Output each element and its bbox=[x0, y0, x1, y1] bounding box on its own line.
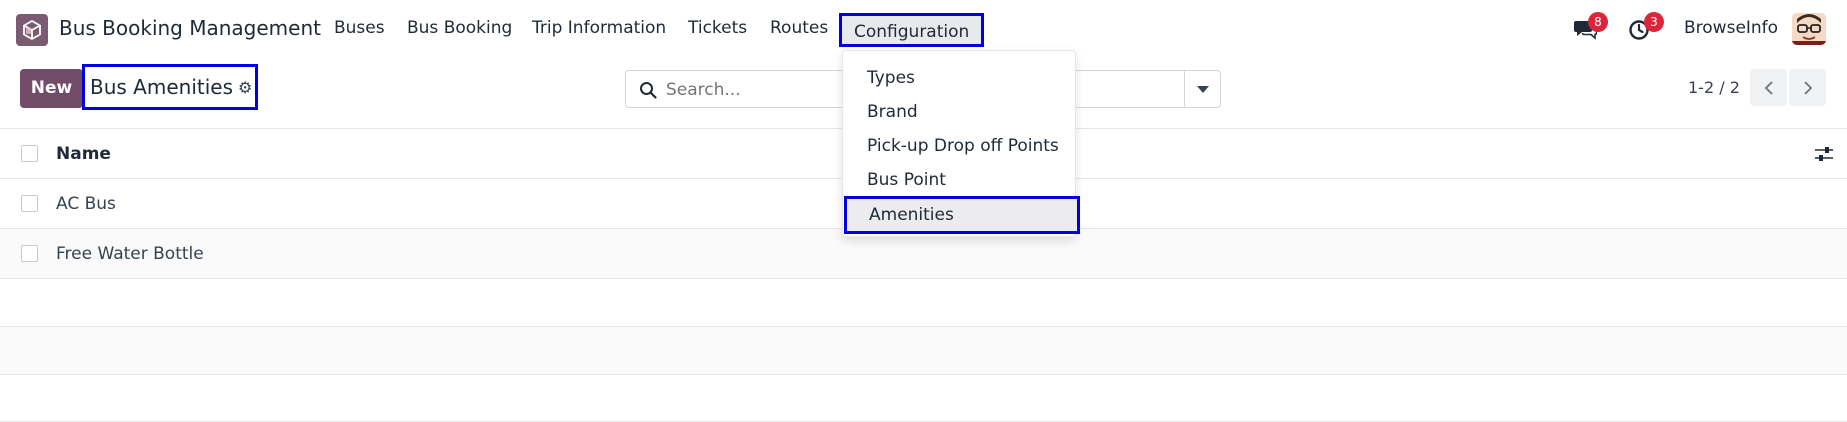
activities-badge: 3 bbox=[1644, 12, 1664, 32]
gear-icon[interactable]: ⚙ bbox=[238, 78, 252, 97]
sliders-icon[interactable] bbox=[1814, 146, 1834, 162]
chevron-left-icon bbox=[1764, 80, 1773, 95]
row-name[interactable]: AC Bus bbox=[56, 194, 116, 214]
new-button[interactable]: New bbox=[20, 69, 83, 108]
breadcrumb: Bus Amenities ⚙ bbox=[82, 64, 258, 110]
row-name[interactable]: Free Water Bottle bbox=[56, 244, 204, 264]
row-checkbox[interactable] bbox=[21, 245, 38, 262]
messages-badge: 8 bbox=[1588, 12, 1608, 32]
column-header-name[interactable]: Name bbox=[56, 144, 111, 164]
pager-value[interactable]: 1-2 / 2 bbox=[1688, 78, 1740, 97]
top-navbar: Bus Booking Management Buses Bus Booking… bbox=[0, 0, 1847, 57]
chevron-right-icon bbox=[1803, 80, 1812, 95]
menu-bus-booking[interactable]: Bus Booking bbox=[407, 18, 512, 38]
dropdown-item-types[interactable]: Types bbox=[867, 68, 915, 88]
menu-tickets[interactable]: Tickets bbox=[688, 18, 747, 38]
empty-row bbox=[0, 374, 1847, 422]
dropdown-item-amenities[interactable]: Amenities bbox=[844, 196, 1080, 234]
pager-next-button[interactable] bbox=[1789, 69, 1826, 106]
menu-trip-information[interactable]: Trip Information bbox=[532, 18, 666, 38]
user-avatar[interactable] bbox=[1792, 13, 1826, 45]
page-title: Bus Amenities bbox=[90, 75, 233, 99]
configuration-dropdown: Types Brand Pick-up Drop off Points Bus … bbox=[842, 50, 1080, 237]
menu-configuration[interactable]: Configuration bbox=[839, 13, 985, 47]
pager-previous-button[interactable] bbox=[1750, 69, 1787, 106]
caret-down-icon bbox=[1196, 85, 1209, 93]
dropdown-item-pickup-drop-off-points[interactable]: Pick-up Drop off Points bbox=[867, 136, 1059, 156]
app-name[interactable]: Bus Booking Management bbox=[59, 16, 321, 40]
dropdown-item-brand[interactable]: Brand bbox=[867, 102, 918, 122]
menu-buses[interactable]: Buses bbox=[334, 18, 385, 38]
menu-routes[interactable]: Routes bbox=[770, 18, 828, 38]
dropdown-item-bus-point[interactable]: Bus Point bbox=[867, 170, 946, 190]
search-options-toggle[interactable] bbox=[1184, 71, 1220, 107]
search-input[interactable] bbox=[666, 80, 816, 100]
search-icon bbox=[640, 82, 657, 99]
empty-row bbox=[0, 278, 1847, 326]
app-icon[interactable] bbox=[16, 14, 48, 46]
cube-icon bbox=[23, 19, 41, 41]
company-switcher[interactable]: BrowseInfo bbox=[1684, 18, 1778, 38]
row-checkbox[interactable] bbox=[21, 195, 38, 212]
empty-row bbox=[0, 326, 1847, 374]
select-all-checkbox[interactable] bbox=[21, 145, 38, 162]
